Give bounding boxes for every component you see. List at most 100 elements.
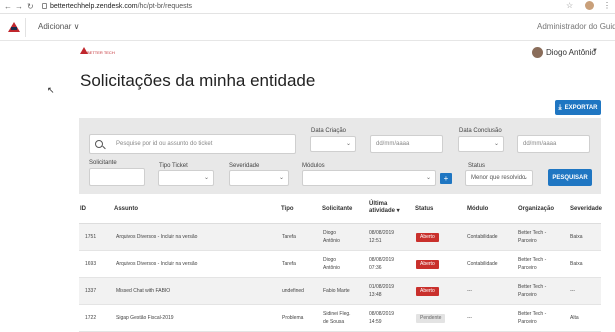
cell-tipo: Tarefa (282, 261, 296, 267)
cell-assunto[interactable]: Missed Chat with FABIO (116, 288, 170, 295)
cell-tipo: Problema (282, 315, 304, 321)
table-row[interactable]: 1751 Arquivos Diversos - Incluir na vers… (79, 224, 601, 251)
solicitante-input[interactable] (89, 168, 145, 186)
table-row[interactable]: 1337 Missed Chat with FABIO undefined Fa… (79, 278, 601, 305)
table-row[interactable]: 1693 Arquivos Diversos - Incluir na vers… (79, 251, 601, 278)
admin-guide-link[interactable]: Administrador do Guid (537, 22, 615, 31)
bookmark-star-icon[interactable]: ☆ (566, 1, 573, 10)
cell-severidade: Alta (570, 315, 579, 321)
cell-modulo: Contabilidade (467, 234, 498, 240)
search-input[interactable]: Pesquise por id ou assunto do ticket (89, 134, 296, 154)
data-conclusao-operator-select[interactable]: ⌄ (458, 136, 504, 152)
chevron-down-icon: ⌄ (345, 141, 351, 147)
cell-time: 13:48 (369, 292, 382, 298)
chevron-down-icon: ⌄ (278, 175, 284, 181)
cell-org-1: Better Tech - (518, 311, 547, 317)
search-icon (95, 140, 103, 148)
brand-logo[interactable]: BETTER TECH (80, 46, 124, 60)
modulos-select[interactable]: ⌄ (302, 170, 436, 186)
column-header-modulo[interactable]: Módulo (467, 206, 488, 213)
browser-toolbar: ← → ↻ bettertechhelp.zendesk.com/hc/pt-b… (0, 0, 615, 14)
cell-solicitante-2: Antônio (323, 265, 340, 271)
solicitante-label: Solicitante (89, 160, 117, 166)
add-modulo-button[interactable]: + (440, 173, 452, 184)
cell-severidade: --- (570, 288, 575, 294)
status-select-value: Menor que resolvido (471, 175, 526, 181)
cell-org-1: Better Tech - (518, 230, 547, 236)
cell-id: 1693 (85, 261, 97, 267)
cell-date: 01/08/2019 (369, 284, 395, 290)
cell-id: 1751 (85, 234, 97, 240)
cell-time: 14:59 (369, 319, 382, 325)
chevron-down-icon: ⌄ (493, 141, 499, 147)
column-header-solicitante[interactable]: Solicitante (322, 206, 352, 213)
table-header: ID Assunto Tipo Solicitante Última ativi… (79, 198, 602, 224)
status-select[interactable]: Menor que resolvido ⌄ (465, 170, 533, 186)
cell-modulo: Contabilidade (467, 261, 498, 267)
cell-date: 08/08/2019 (369, 257, 395, 263)
cell-time: 12:51 (369, 238, 382, 244)
table-row[interactable]: 1722 Sigap Gestão Fiscal-2019 Problema S… (79, 305, 601, 332)
address-bar[interactable]: bettertechhelp.zendesk.com/hc/pt-br/requ… (50, 2, 192, 11)
cell-modulo: --- (467, 315, 472, 321)
profile-avatar-icon[interactable] (585, 1, 594, 10)
cell-org-2: Parceiro (518, 319, 537, 325)
data-conclusao-date-input[interactable]: dd/mm/aaaa (517, 135, 590, 153)
cell-assunto[interactable]: Sigap Gestão Fiscal-2019 (116, 315, 174, 322)
header-divider (25, 18, 26, 37)
column-header-tipo[interactable]: Tipo (281, 206, 294, 213)
cell-solicitante-1: Sidinei Fleg. (323, 311, 351, 317)
cell-id: 1722 (85, 315, 97, 321)
user-name: Diogo Antônio (546, 48, 596, 57)
column-header-id[interactable]: ID (80, 206, 86, 213)
column-header-ultima-atividade[interactable]: Última atividade ▾ (369, 201, 400, 215)
cell-org-2: Parceiro (518, 238, 537, 244)
app-header: Adicionar ∨ Administrador do Guid (0, 14, 615, 41)
column-header-severidade[interactable]: Severidade (570, 206, 602, 213)
export-button[interactable]: ⤓ EXPORTAR (555, 100, 601, 115)
cell-solicitante-1: Diogo (323, 230, 337, 236)
cell-solicitante-1: Diogo (323, 257, 337, 263)
status-badge: Aberto (416, 233, 439, 242)
status-badge: Aberto (416, 260, 439, 269)
ultima-line-2: atividade ▾ (369, 208, 400, 214)
zendesk-logo-icon[interactable] (8, 22, 20, 32)
search-placeholder: Pesquise por id ou assunto do ticket (116, 141, 213, 147)
date-placeholder: dd/mm/aaaa (376, 141, 410, 147)
url-path: /hc/pt-br/requests (137, 3, 193, 10)
forward-icon[interactable]: → (15, 2, 23, 11)
column-header-assunto[interactable]: Assunto (114, 206, 138, 213)
cell-solicitante-2: de Sousa (323, 319, 345, 325)
date-placeholder: dd/mm/aaaa (523, 141, 557, 147)
column-header-status[interactable]: Status (415, 206, 433, 213)
requests-table: ID Assunto Tipo Solicitante Última ativi… (79, 198, 602, 332)
data-criacao-operator-select[interactable]: ⌄ (310, 136, 356, 152)
cell-date: 08/08/2019 (369, 311, 395, 317)
avatar (532, 47, 543, 58)
cell-id: 1337 (85, 288, 97, 294)
page-title: Solicitações da minha entidade (80, 71, 316, 90)
reload-icon[interactable]: ↻ (27, 2, 34, 11)
status-badge: Pendente (416, 314, 446, 323)
tipo-ticket-label: Tipo Ticket (159, 163, 188, 169)
cell-org-1: Better Tech - (518, 257, 547, 263)
cell-tipo: undefined (282, 288, 304, 294)
mouse-cursor-icon: ↖ (47, 85, 55, 95)
tipo-ticket-select[interactable]: ⌄ (158, 170, 214, 186)
modulos-label: Módulos (302, 163, 325, 169)
search-button[interactable]: PESQUISAR (548, 169, 592, 186)
browser-menu-icon[interactable]: ⋮ (603, 1, 611, 10)
chevron-down-icon: ▼ (592, 48, 598, 54)
cell-org-2: Parceiro (518, 292, 537, 298)
cell-assunto[interactable]: Arquivos Diversos - Incluir na versão (116, 261, 197, 268)
cell-solicitante-2: Antônio (323, 238, 340, 244)
add-menu-button[interactable]: Adicionar ∨ (38, 22, 79, 31)
severidade-select[interactable]: ⌄ (229, 170, 289, 186)
export-label: EXPORTAR (564, 104, 598, 111)
column-header-organizacao[interactable]: Organização (518, 206, 554, 213)
cell-date: 08/08/2019 (369, 230, 395, 236)
data-conclusao-label: Data Conclusão (459, 128, 502, 134)
data-criacao-date-input[interactable]: dd/mm/aaaa (370, 135, 443, 153)
back-icon[interactable]: ← (4, 2, 12, 11)
cell-assunto[interactable]: Arquivos Diversos - Incluir na versão (116, 234, 197, 241)
